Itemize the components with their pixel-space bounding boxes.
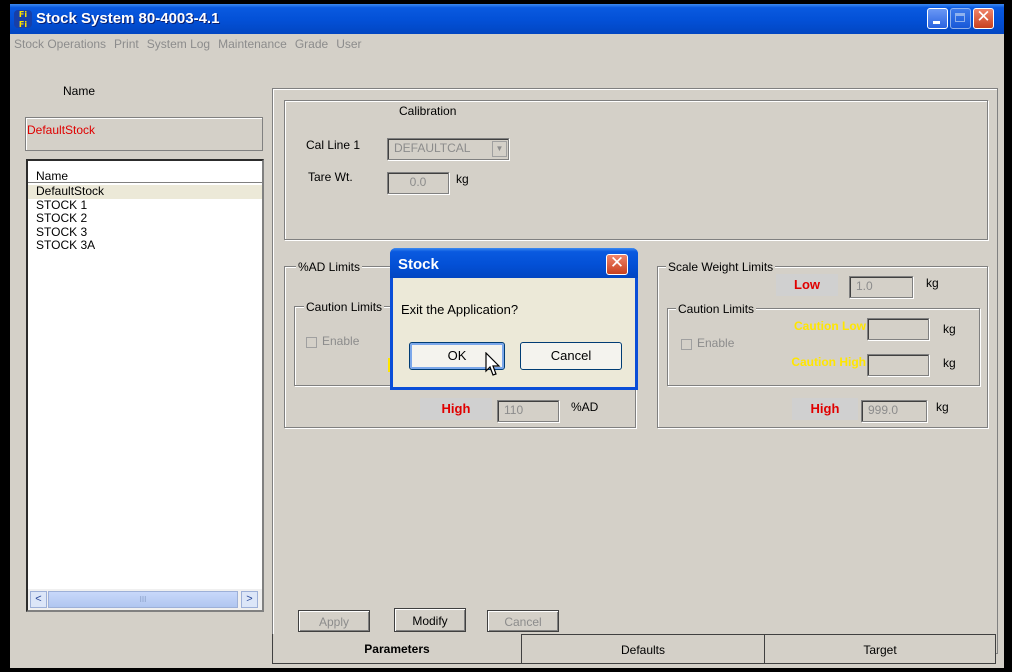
maximize-button <box>950 8 971 29</box>
chevron-down-icon[interactable]: ▼ <box>492 141 507 157</box>
tab-parameters[interactable]: Parameters <box>272 634 522 664</box>
scale-high-input[interactable]: 999.0 <box>861 400 927 422</box>
list-item[interactable]: DefaultStock <box>28 185 262 199</box>
scale-high-unit: kg <box>936 400 949 414</box>
caution-high-label: Caution High <box>791 355 866 369</box>
close-icon: ✕ <box>609 253 625 273</box>
tab-target[interactable]: Target <box>764 634 996 664</box>
menu-bar: Stock Operations Print System Log Maintenan… <box>10 34 1004 56</box>
caution-low-input[interactable] <box>867 318 929 340</box>
horizontal-scrollbar[interactable]: < III > <box>28 589 262 610</box>
window-title: Stock System 80-4003-4.1 <box>36 10 220 27</box>
scroll-right-icon[interactable]: > <box>241 591 258 608</box>
dialog-close-button[interactable]: ✕ <box>606 253 628 275</box>
close-button[interactable]: ✕ <box>973 7 994 29</box>
scale-caution-title: Caution Limits <box>676 302 757 316</box>
caution-low-label: Caution Low <box>794 319 866 333</box>
caution-high-unit: kg <box>943 356 956 370</box>
scroll-left-icon[interactable]: < <box>30 591 47 608</box>
ad-caution-title: Caution Limits <box>304 300 385 314</box>
tare-label: Tare Wt. <box>308 170 353 184</box>
caution-high-input[interactable] <box>867 354 929 376</box>
menu-stock-operations[interactable]: Stock Operations <box>10 34 110 54</box>
scale-low-unit: kg <box>926 276 939 290</box>
tare-input[interactable]: 0.0 <box>387 172 449 194</box>
close-icon: ✕ <box>976 7 991 27</box>
cancel-button[interactable]: Cancel <box>487 610 559 632</box>
ad-high-unit: %AD <box>571 400 599 414</box>
apply-button[interactable]: Apply <box>298 610 370 632</box>
scale-limits-title: Scale Weight Limits <box>666 260 776 274</box>
tare-unit: kg <box>456 172 469 186</box>
scroll-thumb[interactable]: III <box>48 591 238 608</box>
ad-high-label: High <box>420 398 492 420</box>
list-item[interactable]: STOCK 1 <box>28 198 262 213</box>
app-globe-icon: Fi Fi <box>14 10 32 29</box>
ad-enable-label: Enable <box>322 334 360 348</box>
list-column-header[interactable]: Name <box>28 169 262 183</box>
list-item[interactable]: STOCK 3A <box>28 239 262 253</box>
name-label: Name <box>63 84 96 98</box>
cal-line-label: Cal Line 1 <box>306 138 361 152</box>
mouse-cursor-icon <box>485 352 501 376</box>
dialog-cancel-button[interactable]: Cancel <box>520 342 622 370</box>
menu-system-log[interactable]: System Log <box>143 34 214 54</box>
menu-grade[interactable]: Grade <box>291 34 332 54</box>
stock-name-field[interactable]: DefaultStock <box>25 117 263 151</box>
scale-low-input[interactable]: 1.0 <box>849 276 913 298</box>
calibration-group <box>284 100 988 240</box>
title-bar[interactable]: Fi Fi Stock System 80-4003-4.1 ✕ <box>10 4 1004 34</box>
exit-dialog: Stock ✕ Exit the Application? OK Cancel <box>390 248 638 390</box>
ad-enable-checkbox[interactable] <box>306 337 317 348</box>
list-rows: DefaultStock STOCK 1 STOCK 2 STOCK 3 STO… <box>28 185 262 253</box>
scale-enable-label: Enable <box>697 336 735 350</box>
dialog-title-bar[interactable]: Stock ✕ <box>390 248 638 278</box>
dialog-message: Exit the Application? <box>401 302 519 317</box>
caution-low-unit: kg <box>943 322 956 336</box>
dialog-title: Stock <box>398 256 439 273</box>
menu-maintenance[interactable]: Maintenance <box>214 34 291 54</box>
list-item[interactable]: STOCK 3 <box>28 225 262 240</box>
cal-line-select[interactable]: DEFAULTCAL ▼ <box>387 138 509 160</box>
menu-print[interactable]: Print <box>110 34 143 54</box>
stock-list[interactable]: Name DefaultStock STOCK 1 STOCK 2 STOCK … <box>26 159 264 612</box>
scale-low-label: Low <box>776 274 838 296</box>
tab-defaults[interactable]: Defaults <box>521 634 765 664</box>
minimize-button[interactable] <box>927 8 948 29</box>
modify-button[interactable]: Modify <box>394 608 466 632</box>
scale-enable-checkbox[interactable] <box>681 339 692 350</box>
ad-limits-title: %AD Limits <box>296 260 363 274</box>
menu-user[interactable]: User <box>332 34 365 54</box>
scale-high-label: High <box>792 398 858 420</box>
list-item[interactable]: STOCK 2 <box>28 212 262 226</box>
ad-high-input[interactable]: 110 <box>497 400 559 422</box>
calibration-title: Calibration <box>399 104 457 118</box>
